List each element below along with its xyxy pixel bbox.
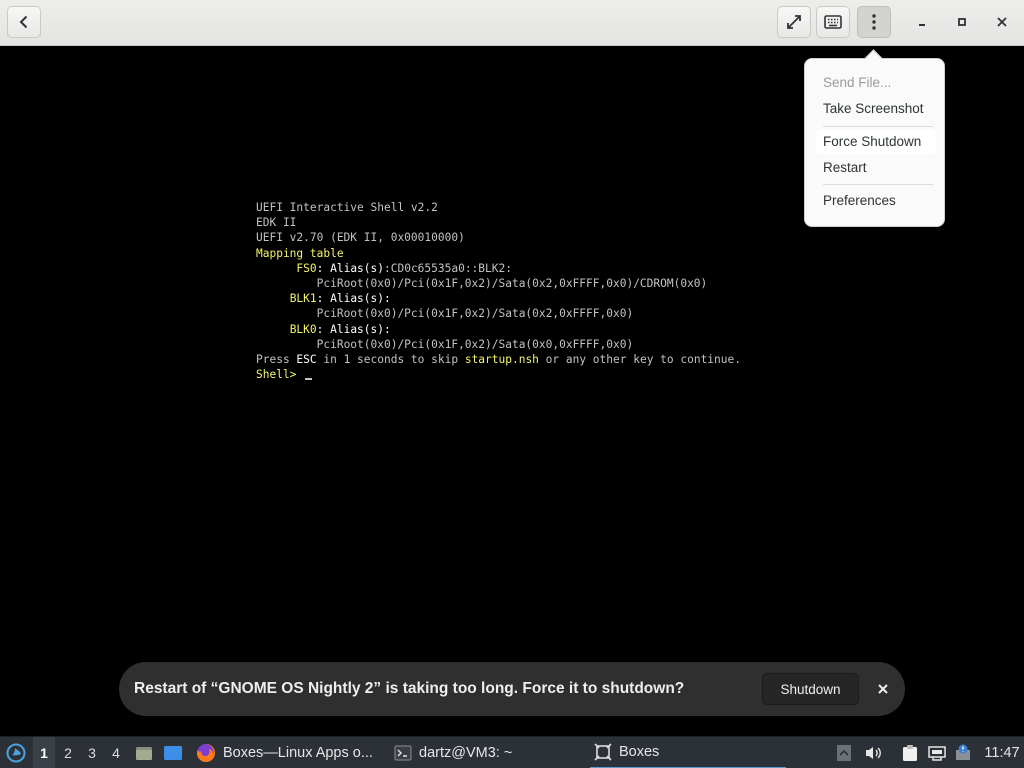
console-line: UEFI Interactive Shell v2.2	[256, 201, 438, 214]
volume-button[interactable]	[862, 737, 884, 768]
menu-separator	[823, 184, 933, 185]
console-line: Mapping table	[256, 246, 344, 260]
console-line: FS0: Alias(s):CD0c65535a0::BLK2:	[296, 261, 512, 275]
shutdown-button[interactable]: Shutdown	[762, 673, 859, 705]
network-button[interactable]	[926, 737, 948, 768]
console-line: BLK0: Alias(s):	[289, 322, 391, 336]
workspace-2[interactable]: 2	[57, 737, 79, 768]
clock[interactable]: 11:47	[982, 737, 1022, 768]
minimize-icon	[919, 24, 925, 26]
console-line: PciRoot(0x0)/Pci(0x1F,0x2)/Sata(0x2,0xFF…	[316, 277, 708, 291]
files-launcher[interactable]	[134, 737, 154, 768]
keyboard-icon	[824, 15, 842, 29]
close-button[interactable]	[990, 10, 1014, 34]
desktop-launcher[interactable]	[162, 737, 184, 768]
taskbar: 1 2 3 4 Boxes—Linux Apps o... dartz@VM3:…	[0, 736, 1024, 768]
keyboard-button[interactable]	[816, 6, 850, 38]
start-menu-button[interactable]	[4, 737, 28, 768]
view-more-icon	[872, 14, 876, 30]
desktop-icon	[164, 746, 182, 760]
vm-actions-menu: Send File... Take Screenshot Force Shutd…	[804, 58, 945, 227]
task-firefox[interactable]: Boxes—Linux Apps o...	[192, 737, 382, 768]
menu-item-force-shutdown[interactable]: Force Shutdown	[816, 130, 936, 154]
workspace-3[interactable]: 3	[81, 737, 103, 768]
task-boxes[interactable]: Boxes	[590, 737, 786, 768]
minimize-button[interactable]	[910, 10, 934, 34]
task-label: Boxes	[619, 744, 660, 760]
menu-button[interactable]	[857, 6, 891, 38]
boxes-icon	[594, 743, 612, 761]
volume-icon	[866, 747, 881, 759]
back-button[interactable]	[7, 6, 41, 38]
console-line: Shell>	[256, 367, 816, 382]
menu-item-restart[interactable]: Restart	[816, 156, 936, 180]
maximize-button[interactable]	[950, 10, 974, 34]
workspace-1[interactable]: 1	[33, 737, 55, 768]
console-line: UEFI v2.70 (EDK II, 0x00010000)	[256, 231, 465, 245]
console-line: PciRoot(0x0)/Pci(0x1F,0x2)/Sata(0x2,0xFF…	[316, 307, 634, 321]
terminal-icon	[394, 745, 412, 761]
notification-close-button[interactable]	[871, 677, 895, 701]
console-line: PciRoot(0x0)/Pci(0x1F,0x2)/Sata(0x0,0xFF…	[316, 337, 634, 351]
fullscreen-icon	[787, 15, 801, 29]
maximize-icon	[958, 18, 966, 26]
start-menu-icon	[6, 743, 26, 763]
close-icon	[997, 17, 1007, 27]
scroll-up-icon	[837, 745, 851, 761]
task-label: Boxes—Linux Apps o...	[223, 745, 373, 761]
header-bar	[0, 0, 1024, 46]
menu-item-send-file[interactable]: Send File...	[816, 71, 936, 95]
network-icon	[928, 746, 946, 761]
clipboard-icon	[903, 745, 917, 761]
tray-scroll-button[interactable]	[834, 737, 854, 768]
updates-button[interactable]	[952, 737, 974, 768]
text-cursor	[305, 378, 313, 381]
close-icon	[878, 684, 888, 694]
menu-item-take-screenshot[interactable]: Take Screenshot	[816, 97, 936, 121]
task-label: dartz@VM3: ~	[419, 745, 513, 761]
fullscreen-button[interactable]	[777, 6, 811, 38]
menu-item-preferences[interactable]: Preferences	[816, 189, 936, 213]
task-terminal[interactable]: dartz@VM3: ~	[390, 737, 580, 768]
clipboard-button[interactable]	[900, 737, 920, 768]
firefox-icon	[196, 744, 215, 762]
update-notification-icon	[956, 744, 970, 760]
vm-console[interactable]: UEFI Interactive Shell v2.2 EDK II UEFI v2…	[256, 200, 816, 382]
workspace-4[interactable]: 4	[105, 737, 127, 768]
menu-separator	[823, 126, 933, 127]
notification-message: Restart of “GNOME OS Nightly 2” is takin…	[134, 680, 685, 697]
console-line: BLK1: Alias(s):	[289, 292, 391, 306]
notification-toast: Restart of “GNOME OS Nightly 2” is takin…	[119, 662, 905, 716]
back-icon	[19, 15, 28, 29]
console-line: EDK II	[256, 216, 297, 230]
folder-icon	[136, 747, 152, 760]
console-line: Press ESC in 1 seconds to skip startup.n…	[256, 353, 741, 367]
